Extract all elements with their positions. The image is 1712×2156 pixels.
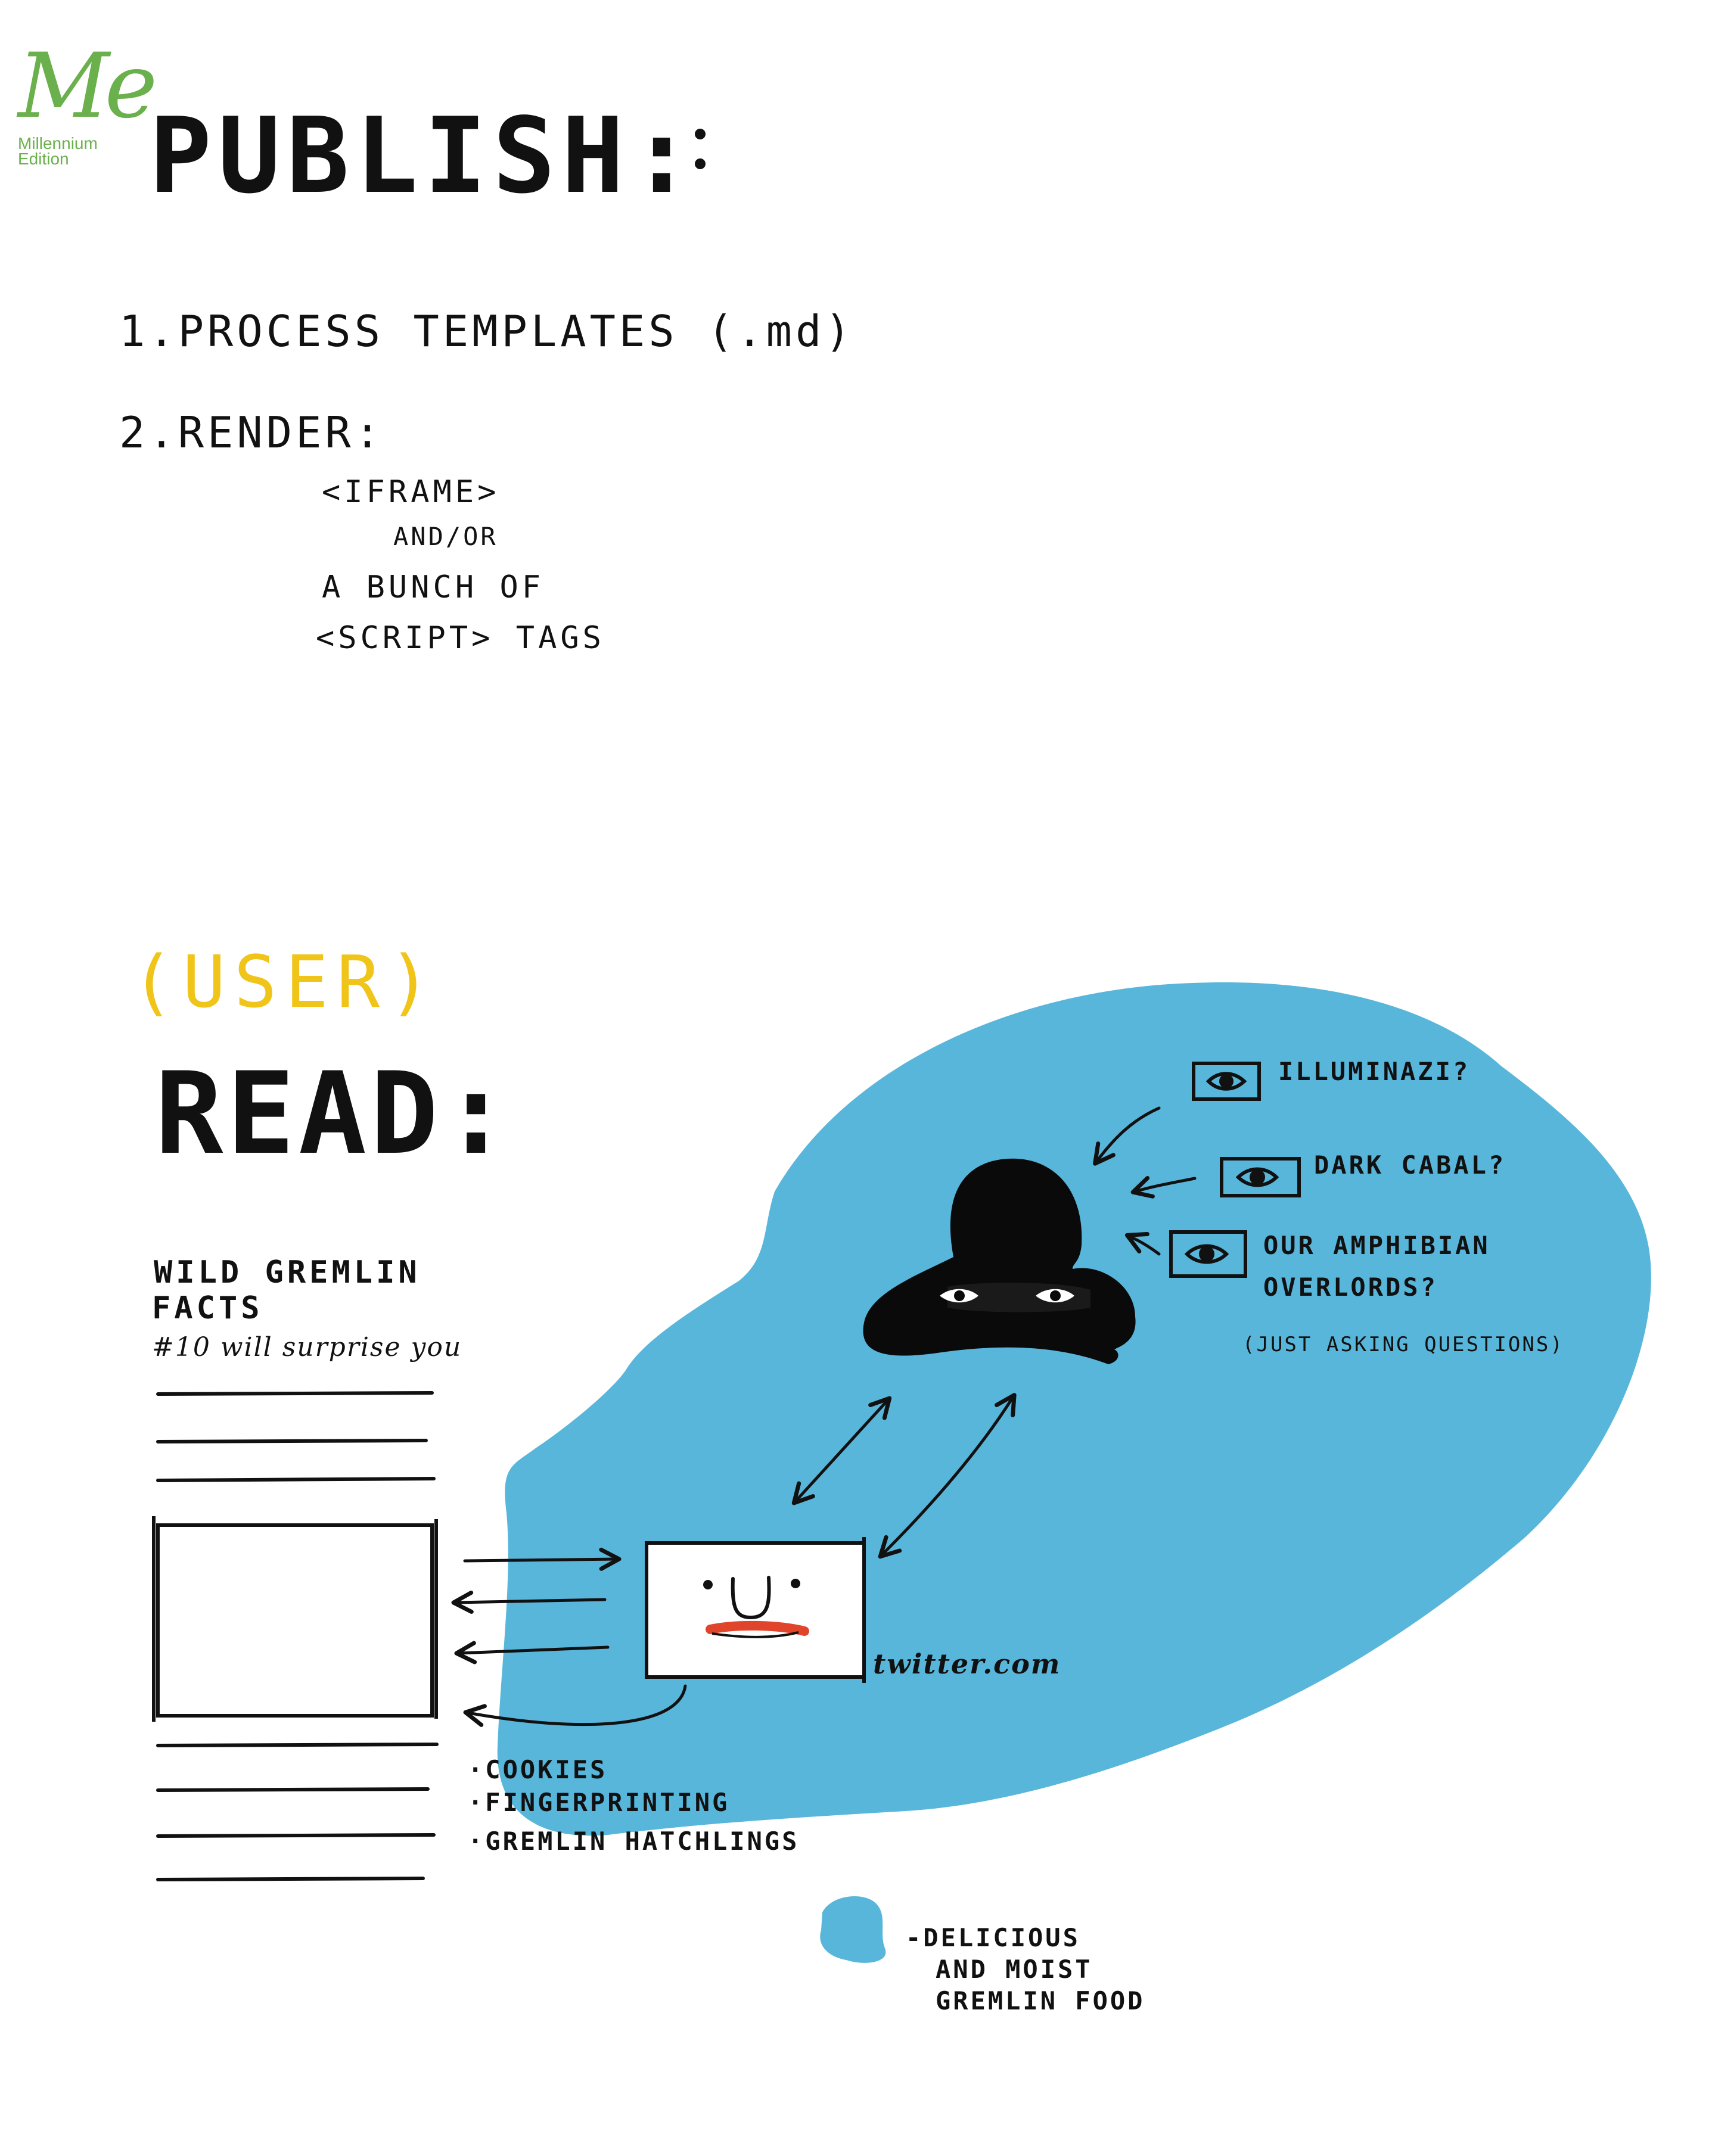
user-label: (USER) <box>131 941 440 1024</box>
legend-blob <box>820 1896 886 1963</box>
tracking-fingerprinting: ·FINGERPRINTING <box>468 1788 730 1817</box>
logo-subtitle: Millennium Edition <box>18 134 98 168</box>
read-heading: READ: <box>155 1048 514 1180</box>
suspect-amphibian-line1: OUR AMPHIBIAN <box>1263 1231 1490 1260</box>
suspect-dark-cabal: DARK CABAL? <box>1314 1150 1506 1180</box>
publish-heading: PUBLISH: <box>149 96 699 217</box>
tracking-gremlin-hatchlings: ·GREMLIN HATCHLINGS <box>468 1827 800 1856</box>
legend-line3: GREMLIN FOOD <box>936 1986 1145 2015</box>
article-subtitle: #10 will surprise you <box>152 1332 462 1362</box>
aside-just-asking: (JUST ASKING QUESTIONS) <box>1242 1333 1564 1357</box>
tracking-cookies: ·COOKIES <box>468 1755 608 1784</box>
twitter-embed <box>645 1537 866 1683</box>
embed-label: twitter.com <box>873 1648 1061 1680</box>
render-item-bunch: A BUNCH OF <box>322 570 545 605</box>
render-item-andor: AND/OR <box>393 522 498 551</box>
sketch-page: Me Millennium Edition PUBLISH: 1.PROCESS… <box>0 0 1712 2156</box>
render-item-script-tags: <SCRIPT> TAGS <box>316 620 605 656</box>
publish-step-2: 2.RENDER: <box>119 407 384 458</box>
legend-line2: AND MOIST <box>936 1955 1093 1984</box>
render-item-iframe: <IFRAME> <box>322 474 500 510</box>
publish-step-1: 1.PROCESS TEMPLATES (.md) <box>119 306 855 356</box>
article-image-box <box>152 1516 438 1722</box>
suspect-illuminazi: ILLUMINAZI? <box>1278 1057 1471 1086</box>
article-lines <box>156 1391 439 1881</box>
article-title-line1: WILD GREMLIN <box>154 1255 421 1290</box>
logo-mark: Me <box>18 35 157 138</box>
suspect-amphibian-line2: OVERLORDS? <box>1263 1273 1438 1302</box>
article-title-line2: FACTS <box>152 1290 263 1326</box>
legend-line1: -DELICIOUS <box>906 1923 1080 1952</box>
